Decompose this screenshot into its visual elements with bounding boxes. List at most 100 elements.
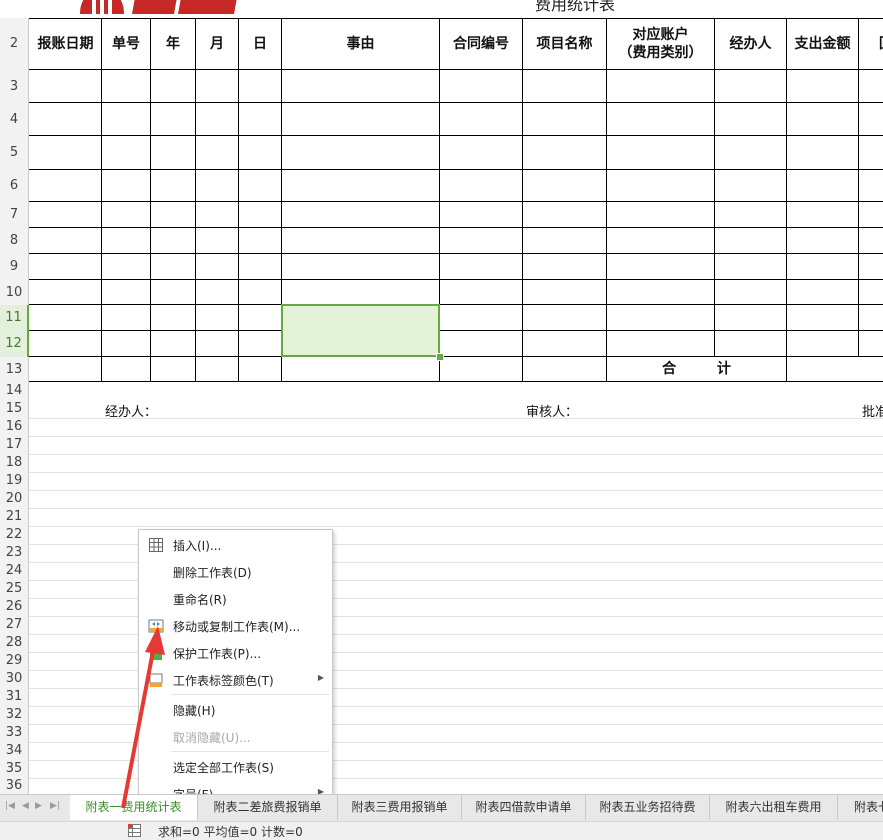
row-header-8[interactable]: 8	[0, 228, 29, 254]
table-border-v	[238, 18, 239, 381]
gridline	[0, 544, 883, 545]
row-header-15[interactable]: 15	[0, 400, 29, 418]
menu-item-delete-sheet[interactable]: 删除工作表(D)	[139, 559, 332, 585]
tab-color-icon	[149, 673, 163, 687]
table-border-v	[606, 18, 607, 381]
table-border-v	[101, 18, 102, 381]
table-border-h	[29, 201, 883, 202]
row-header-33[interactable]: 33	[0, 724, 29, 742]
sheet-tab-context-menu: 插入(I)... 删除工作表(D) 重命名(R) 移动或复制工作表(M)... …	[138, 529, 333, 807]
row-header-28[interactable]: 28	[0, 634, 29, 652]
row-header-9[interactable]: 9	[0, 254, 29, 280]
sheet-tab-4[interactable]: 附表四借款申请单	[462, 795, 586, 820]
last-sheet-icon[interactable]: ▶|	[50, 801, 60, 811]
menu-item-insert-label: 插入(I)...	[173, 539, 222, 553]
row-header-17[interactable]: 17	[0, 436, 29, 454]
gridline	[0, 616, 883, 617]
row-header-6[interactable]: 6	[0, 170, 29, 202]
first-sheet-icon[interactable]: |◀	[5, 801, 15, 811]
col-header-report-date: 报账日期	[37, 36, 94, 52]
sheet-tab-3[interactable]: 附表三费用报销单	[338, 795, 462, 820]
sheet-tab-5[interactable]: 附表五业务招待费	[586, 795, 710, 820]
gridline	[0, 580, 883, 581]
gridline	[0, 652, 883, 653]
sheet-tab-2[interactable]: 附表二差旅费报销单	[198, 795, 338, 820]
menu-item-rename-label: 重命名(R)	[173, 593, 227, 607]
row-header-7[interactable]: 7	[0, 202, 29, 228]
gridline	[0, 670, 883, 671]
sheet-top-strip: 费用统计表	[0, 0, 883, 19]
row-header-26[interactable]: 26	[0, 598, 29, 616]
row-header-30[interactable]: 30	[0, 670, 29, 688]
gridline	[0, 472, 883, 473]
row-header-5[interactable]: 5	[0, 136, 29, 170]
col-header-account: 对应账户 （费用类别）	[607, 19, 714, 69]
row-header-23[interactable]: 23	[0, 544, 29, 562]
row-header-31[interactable]: 31	[0, 688, 29, 706]
row-header-36[interactable]: 36	[0, 778, 29, 794]
row-header-19[interactable]: 19	[0, 472, 29, 490]
col-header-account-line1: 对应账户	[632, 27, 689, 43]
row-header-27[interactable]: 27	[0, 616, 29, 634]
gridline	[0, 742, 883, 743]
col-header-reason: 事由	[346, 36, 375, 52]
col-header-month: 月	[210, 36, 224, 52]
menu-item-protect-sheet[interactable]: 保护工作表(P)...	[139, 640, 332, 666]
row-header-11[interactable]: 11	[0, 305, 29, 331]
table-border-v	[195, 18, 196, 381]
menu-item-rename[interactable]: 重命名(R)	[139, 586, 332, 612]
table-border-h	[29, 102, 883, 103]
protect-sheet-icon	[150, 646, 162, 660]
row-header-4[interactable]: 4	[0, 103, 29, 136]
col-header-project-name: 项目名称	[536, 36, 593, 52]
menu-separator	[171, 694, 329, 695]
col-header-account-line2: （费用类别）	[618, 45, 703, 61]
gridline	[0, 526, 883, 527]
menu-item-move-copy[interactable]: 移动或复制工作表(M)...	[139, 613, 332, 639]
sheet-title: 费用统计表	[535, 0, 616, 14]
gridline	[0, 760, 883, 761]
next-sheet-icon[interactable]: ▶	[35, 801, 42, 811]
row-header-12[interactable]: 12	[0, 331, 29, 357]
row-header-29[interactable]: 29	[0, 652, 29, 670]
table-border-h	[29, 135, 883, 136]
status-bar: 求和=0 平均值=0 计数=0	[0, 821, 883, 840]
row-header-3[interactable]: 3	[0, 70, 29, 103]
menu-item-select-all-sheets[interactable]: 选定全部工作表(S)	[139, 754, 332, 780]
menu-item-unhide-label: 取消隐藏(U)...	[173, 731, 251, 745]
col-header-contract-no: 合同编号	[453, 36, 509, 52]
table-border-h	[29, 381, 883, 382]
table-border-h	[29, 279, 883, 280]
menu-item-tab-color[interactable]: 工作表标签颜色(T) ▶	[139, 667, 332, 693]
gridline	[0, 436, 883, 437]
row-header-35[interactable]: 35	[0, 760, 29, 778]
sheet-tab-6[interactable]: 附表六出租车费用	[710, 795, 838, 820]
row-header-13[interactable]: 13	[0, 357, 29, 382]
gridline	[0, 724, 883, 725]
row-header-21[interactable]: 21	[0, 508, 29, 526]
menu-item-select-all-sheets-label: 选定全部工作表(S)	[173, 761, 274, 775]
selected-cell-range[interactable]	[281, 304, 440, 357]
menu-item-insert[interactable]: 插入(I)...	[139, 532, 332, 558]
sheet-tab-7[interactable]: 附表七	[838, 795, 883, 820]
row-header-2[interactable]: 2	[0, 18, 29, 70]
row-header-22[interactable]: 22	[0, 526, 29, 544]
menu-item-unhide: 取消隐藏(U)...	[139, 724, 332, 750]
row-header-24[interactable]: 24	[0, 562, 29, 580]
row-header-34[interactable]: 34	[0, 742, 29, 760]
menu-item-delete-sheet-label: 删除工作表(D)	[173, 566, 252, 580]
fill-handle[interactable]	[436, 353, 444, 361]
company-logo	[80, 0, 237, 14]
gridline	[0, 688, 883, 689]
status-table-icon	[128, 824, 141, 837]
row-header-16[interactable]: 16	[0, 418, 29, 436]
row-header-20[interactable]: 20	[0, 490, 29, 508]
menu-item-hide[interactable]: 隐藏(H)	[139, 697, 332, 723]
sheet-tab-1[interactable]: 附表一费用统计表	[70, 795, 198, 820]
prev-sheet-icon[interactable]: ◀	[22, 801, 29, 811]
row-header-14[interactable]: 14	[0, 382, 29, 400]
row-header-25[interactable]: 25	[0, 580, 29, 598]
row-header-10[interactable]: 10	[0, 280, 29, 305]
row-header-18[interactable]: 18	[0, 454, 29, 472]
row-header-32[interactable]: 32	[0, 706, 29, 724]
